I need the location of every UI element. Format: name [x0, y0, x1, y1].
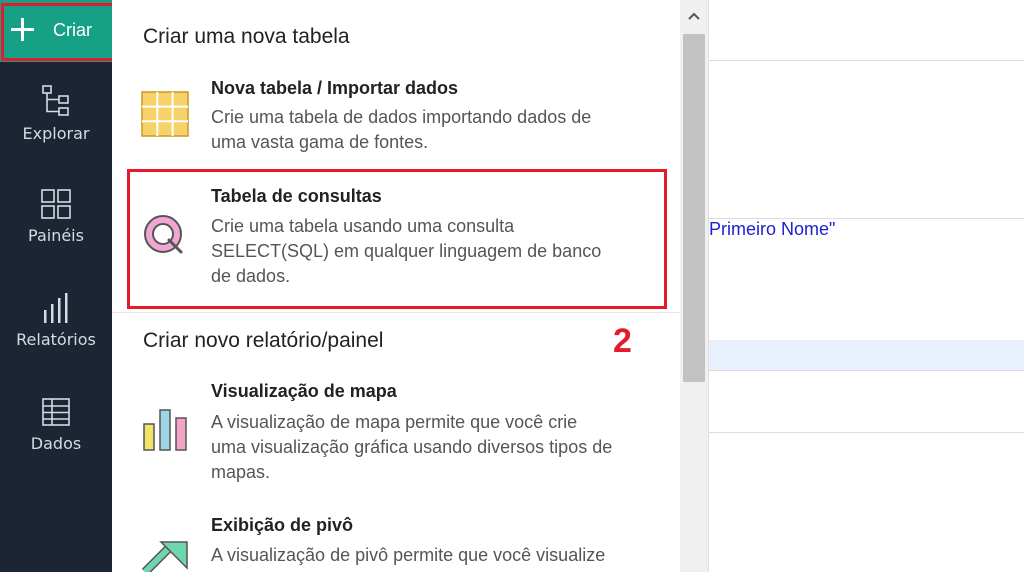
- query-icon: [144, 215, 183, 254]
- menu-item-desc-line: uma vasta gama de fontes.: [211, 132, 429, 152]
- menu-item-desc-line: A visualização de mapa permite que você …: [211, 412, 578, 432]
- menu-item-desc-line: mapas.: [211, 462, 271, 482]
- explore-icon: [42, 85, 69, 116]
- sidebar-item-reports[interactable]: Relatórios: [0, 292, 112, 349]
- create-menu: Criar uma nova tabela Nova tabela / Impo…: [112, 0, 680, 572]
- menu-item-title: Visualização de mapa: [211, 381, 397, 401]
- table-grid-icon: [141, 91, 189, 137]
- sidebar-item-dashboards[interactable]: Painéis: [0, 188, 112, 245]
- menu-item-desc-line: de dados.: [211, 266, 291, 286]
- annotation-number-2: 2: [613, 322, 632, 360]
- sidebar-item-label: Explorar: [22, 124, 90, 143]
- section-title-table: Criar uma nova tabela: [143, 25, 350, 48]
- background-text: Primeiro Nome": [709, 219, 836, 239]
- plus-icon: [10, 17, 34, 41]
- sidebar-item-data[interactable]: Dados: [0, 396, 112, 453]
- menu-scrollbar[interactable]: [680, 0, 708, 572]
- menu-item-title: Nova tabela / Importar dados: [211, 78, 459, 98]
- menu-item-title: Tabela de consultas: [211, 186, 382, 206]
- menu-item-desc-line: Crie uma tabela de dados importando dado…: [211, 107, 592, 127]
- sidebar-item-label: Painéis: [28, 226, 84, 245]
- dashboards-icon: [41, 189, 71, 219]
- sidebar-item-explore[interactable]: Explorar: [0, 84, 112, 143]
- create-button-label: Criar: [53, 20, 92, 40]
- section-title-report: Criar novo relatório/painel: [143, 329, 384, 352]
- sidebar-item-label: Dados: [30, 434, 82, 453]
- menu-item-title: Exibição de pivô: [211, 515, 354, 535]
- highlighted-row: [709, 340, 1024, 370]
- menu-item-desc-line: Crie uma tabela usando uma consulta: [211, 216, 515, 236]
- scrollbar-thumb[interactable]: [683, 34, 705, 382]
- menu-item-desc-line: A visualização de pivô permite que você …: [211, 545, 606, 565]
- divider: [709, 60, 1024, 61]
- sidebar-item-label: Relatórios: [16, 330, 96, 349]
- divider: [709, 432, 1024, 433]
- divider: [112, 312, 680, 313]
- data-icon: [42, 398, 70, 426]
- pivot-arrow-icon: [141, 541, 188, 572]
- scroll-up-arrow-icon[interactable]: [680, 0, 708, 32]
- reports-icon: [44, 293, 68, 323]
- sidebar: Criar Explorar Painéis Relatórios Dados: [0, 0, 112, 572]
- create-button[interactable]: Criar: [0, 0, 112, 62]
- bar-chart-icon: [143, 409, 187, 451]
- background-panel: Primeiro Nome": [708, 0, 1024, 572]
- menu-item-desc-line: uma visualização gráfica usando diversos…: [211, 437, 613, 457]
- divider: [709, 370, 1024, 371]
- menu-item-desc-line: SELECT(SQL) em qualquer linguagem de ban…: [211, 241, 602, 261]
